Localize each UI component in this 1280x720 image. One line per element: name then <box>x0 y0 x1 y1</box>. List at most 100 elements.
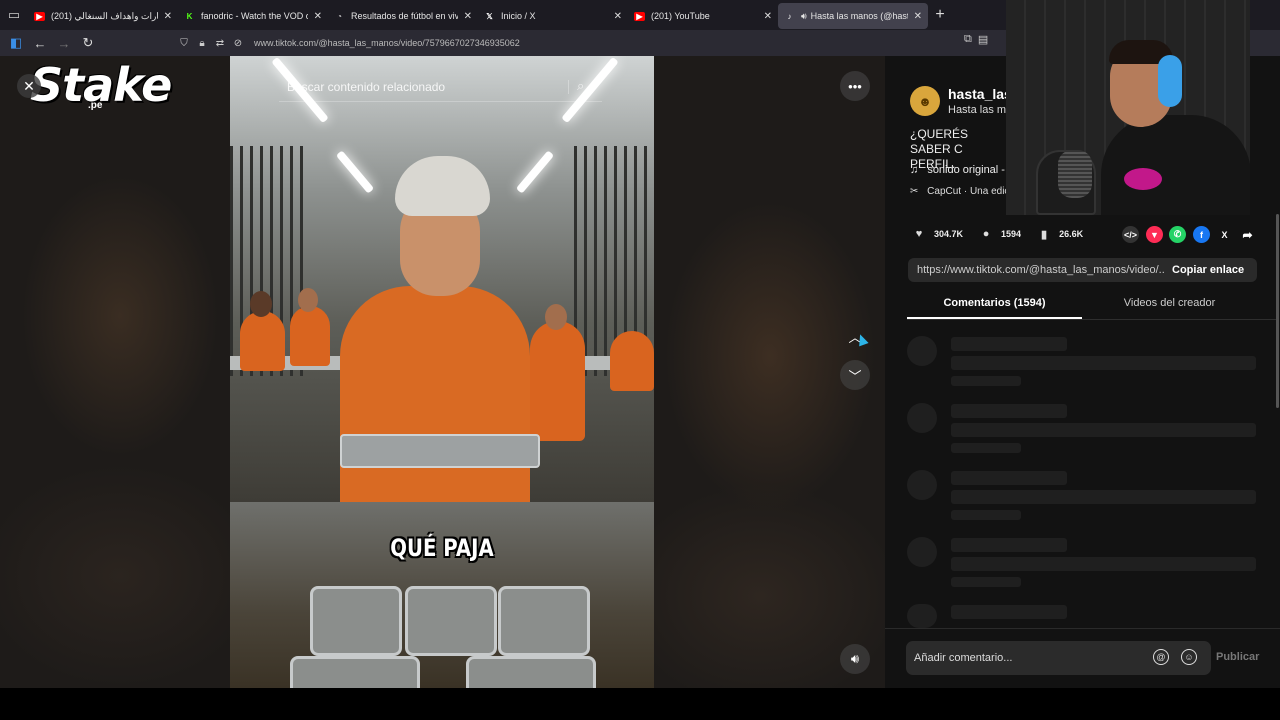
forward-button[interactable]: → <box>52 31 76 55</box>
skeleton-line <box>951 404 1067 418</box>
tray-compartment <box>405 586 497 656</box>
site-icon: ◔ <box>337 11 342 21</box>
skeleton-line <box>951 490 1256 504</box>
streamer-shirt <box>1101 115 1250 215</box>
emoji-icon[interactable]: ☺ <box>1181 649 1197 665</box>
tray-compartment <box>466 656 596 688</box>
stake-logo-domain: .pe <box>88 100 103 111</box>
sound-link[interactable]: ♫ sonido original - <box>910 164 1005 176</box>
scrollbar[interactable] <box>1276 214 1279 408</box>
letterbox-bar <box>0 688 1280 720</box>
copy-link-button[interactable]: Copiar enlace <box>1172 264 1244 276</box>
camera-blocked-icon[interactable]: ⊘ <box>230 38 246 49</box>
tab-comments[interactable]: Comentarios (1594) <box>907 294 1082 319</box>
reader-view-icon[interactable]: ▤ <box>978 33 988 46</box>
browser-tab[interactable]: ▶ (201) YouTube ✕ <box>628 3 778 29</box>
video-player[interactable]: QUÉ PAJA <box>230 56 654 688</box>
close-tab-icon[interactable]: ✕ <box>464 11 472 22</box>
browser-tab[interactable]: ◔ Resultados de fútbol en vivo, M ✕ <box>328 3 478 29</box>
address-bar-actions: ⧉ ▤ <box>964 33 988 46</box>
youtube-icon: ▶ <box>634 11 645 21</box>
publish-button[interactable]: Publicar <box>1216 651 1259 663</box>
browser-tab[interactable]: K fanodric - Watch the VOD on Ki ✕ <box>178 3 328 29</box>
skeleton-avatar <box>907 403 937 433</box>
tab-list-icon[interactable]: ▭ <box>0 0 28 30</box>
close-tab-icon[interactable]: ✕ <box>764 11 772 22</box>
permissions-icon[interactable]: ⇄ <box>212 38 228 49</box>
creator-nickname[interactable]: Hasta las ma <box>948 104 1012 116</box>
x-share-icon[interactable]: X <box>1216 226 1233 243</box>
tab-title: (201) YouTube <box>651 11 710 21</box>
search-input[interactable] <box>287 79 557 94</box>
chevron-down-icon[interactable]: ﹀ <box>840 360 870 390</box>
back-button[interactable]: ← <box>28 31 52 55</box>
search-icon[interactable]: ⌕ <box>577 78 584 94</box>
close-tab-icon[interactable]: ✕ <box>914 11 922 22</box>
mention-icon[interactable]: @ <box>1153 649 1169 665</box>
more-options-icon[interactable]: ••• <box>840 71 870 101</box>
tab-title: Resultados de fútbol en vivo, M <box>351 11 458 21</box>
skeleton-avatar <box>907 336 937 366</box>
skeleton-avatar <box>907 470 937 500</box>
lock-icon[interactable]: 🔒︎ <box>194 38 210 49</box>
tab-title: Hasta las manos (@hasta_la <box>810 11 908 21</box>
tab-title: (201) مهارات واهداف السنغالي <box>51 10 158 21</box>
skeleton-line <box>951 356 1256 370</box>
comment-input[interactable] <box>914 652 1144 664</box>
shield-icon[interactable]: ⛉ <box>176 38 192 49</box>
sidebar-icon[interactable]: ◧ <box>4 31 28 55</box>
skeleton-line <box>951 605 1067 619</box>
share-link[interactable]: https://www.tiktok.com/@hasta_las_manos/… <box>908 264 1164 276</box>
background-inmate <box>610 331 654 391</box>
audio-playing-icon[interactable]: 🔊︎ <box>801 11 807 22</box>
close-tab-icon[interactable]: ✕ <box>614 11 622 22</box>
avatar[interactable]: ☻ <box>910 86 940 116</box>
close-tab-icon[interactable]: ✕ <box>314 11 322 22</box>
capcut-link[interactable]: ✂ CapCut · Una edic <box>910 186 1009 197</box>
skeleton-line <box>951 337 1067 351</box>
skeleton-line <box>951 423 1256 437</box>
headset <box>1158 55 1182 107</box>
close-tab-icon[interactable]: ✕ <box>164 11 172 22</box>
streamer-webcam <box>1006 0 1250 215</box>
whatsapp-icon[interactable]: ✆ <box>1169 226 1186 243</box>
comment-button[interactable]: ● 1594 <box>977 225 1021 243</box>
share-icon[interactable]: ➦ <box>1239 226 1256 243</box>
tray-compartment <box>310 586 402 656</box>
bookmark-icon: ▮ <box>1041 228 1048 241</box>
tray-compartment <box>498 586 590 656</box>
skeleton-line <box>951 510 1021 520</box>
comment-composer: @ ☺ Publicar <box>885 628 1280 688</box>
panel-tabs: Comentarios (1594) Videos del creador <box>907 294 1279 320</box>
background-inmate <box>530 321 585 441</box>
new-tab-button[interactable]: + <box>928 2 952 28</box>
music-note-icon: ♫ <box>910 164 919 176</box>
browser-tab[interactable]: ▶ (201) مهارات واهداف السنغالي ✕ <box>28 3 178 29</box>
skeleton-line <box>951 471 1067 485</box>
browser-tab[interactable]: 𝕏 Inicio / X ✕ <box>478 3 628 29</box>
like-count: 304.7K <box>934 229 964 239</box>
skeleton-line <box>951 557 1256 571</box>
tab-creator-videos[interactable]: Videos del creador <box>1082 294 1257 319</box>
facebook-icon[interactable]: f <box>1193 226 1210 243</box>
close-icon[interactable]: ✕ <box>17 74 41 98</box>
save-button[interactable]: ▮ 26.6K <box>1035 225 1083 243</box>
like-button[interactable]: ♥ 304.7K <box>910 225 963 243</box>
hairnet <box>395 156 490 216</box>
background-inmate-head <box>298 288 318 312</box>
browser-tab-active[interactable]: ♪ 🔊︎ Hasta las manos (@hasta_la ✕ <box>778 3 928 29</box>
main-inmate-body <box>340 286 530 502</box>
reload-button[interactable]: ↻ <box>76 31 100 55</box>
volume-icon[interactable]: 🔊︎ <box>840 644 870 674</box>
tray-compartment <box>290 656 420 688</box>
capcut-label: CapCut · Una edic <box>927 186 1010 197</box>
address-bar[interactable]: ⛉ 🔒︎ ⇄ ⊘ www.tiktok.com/@hasta_las_manos… <box>176 33 1006 53</box>
creator-username[interactable]: hasta_las <box>948 86 1012 102</box>
embed-icon[interactable]: </> <box>1122 226 1139 243</box>
picture-in-picture-icon[interactable]: ⧉ <box>964 33 972 46</box>
share-link-box: https://www.tiktok.com/@hasta_las_manos/… <box>908 258 1257 282</box>
send-to-friends-icon[interactable]: ▼ <box>1146 226 1163 243</box>
tab-title: Inicio / X <box>501 11 536 21</box>
kick-icon: K <box>186 11 193 21</box>
heart-icon: ♥ <box>915 228 923 240</box>
